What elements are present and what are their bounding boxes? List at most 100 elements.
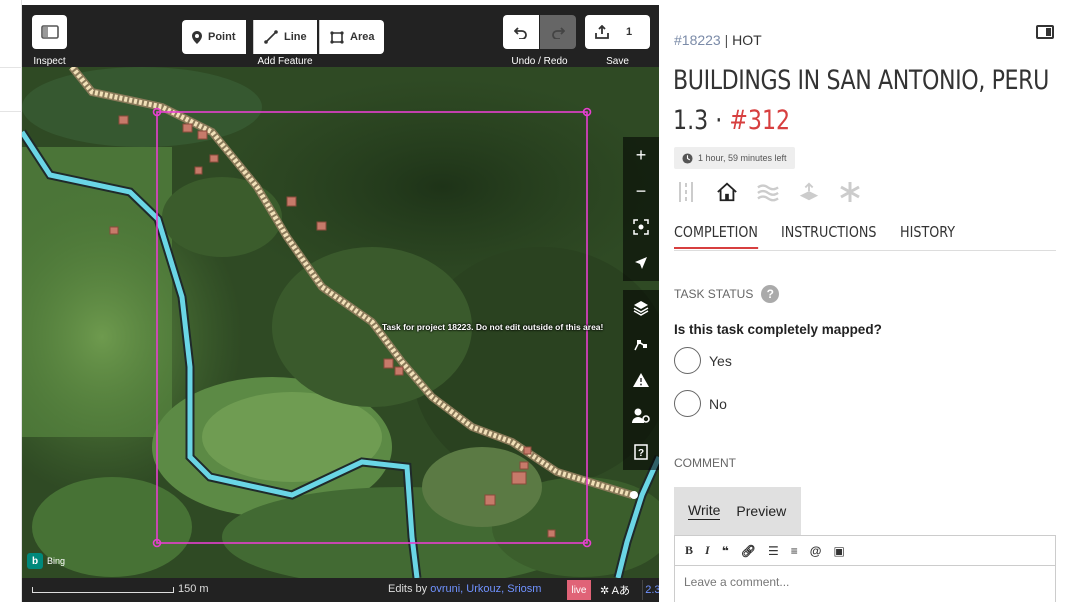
italic-icon[interactable]: I bbox=[705, 543, 710, 558]
panel-toggle-icon[interactable] bbox=[1036, 25, 1054, 39]
location-arrow-icon bbox=[635, 257, 647, 269]
image-icon[interactable]: ▣ bbox=[833, 544, 844, 558]
other-icon bbox=[839, 179, 861, 205]
inspect-label: Inspect bbox=[33, 56, 66, 67]
app-root: Inspect Point Line Area Add Feature Undo… bbox=[0, 0, 1066, 602]
save-button[interactable]: 1 bbox=[585, 15, 650, 49]
mapping-types bbox=[675, 179, 861, 205]
no-label[interactable]: No bbox=[709, 396, 727, 412]
user-settings-icon bbox=[632, 408, 650, 423]
left-sidebar-collapsed bbox=[0, 0, 22, 602]
zoom-in-button[interactable]: + bbox=[623, 137, 659, 173]
task-panel: #18223 | HOT BUILDINGS IN SAN ANTONIO, P… bbox=[659, 0, 1066, 602]
task-tabs: COMPLETION INSTRUCTIONS HISTORY bbox=[674, 223, 1056, 251]
area-label: Area bbox=[350, 31, 375, 43]
editor-tabs: Write Preview bbox=[674, 487, 801, 535]
yes-radio-circle[interactable] bbox=[674, 347, 701, 374]
help-icon: ? bbox=[634, 444, 648, 460]
comment-label: COMMENT bbox=[674, 456, 736, 470]
add-line-button[interactable]: Line bbox=[253, 20, 317, 54]
bug-icon[interactable]: ✲ bbox=[600, 585, 609, 597]
project-version: 1.3 · bbox=[673, 105, 723, 136]
breadcrumb-separator: | bbox=[724, 32, 729, 48]
top-toolbar: Inspect Point Line Area Add Feature Undo… bbox=[22, 0, 659, 67]
add-area-button[interactable]: Area bbox=[319, 20, 385, 54]
task-status-label: TASK STATUS bbox=[674, 287, 754, 301]
line-icon bbox=[264, 30, 278, 44]
point-icon bbox=[192, 30, 202, 44]
bing-label: Bing bbox=[47, 556, 66, 566]
project-title: BUILDINGS IN SAN ANTONIO, PERU bbox=[673, 65, 1049, 96]
quote-icon[interactable]: ❝ bbox=[722, 544, 729, 558]
yes-label[interactable]: Yes bbox=[709, 353, 732, 369]
bing-logo-icon: b bbox=[27, 553, 43, 569]
mapped-question: Is this task completely mapped? bbox=[674, 322, 882, 337]
bing-attribution: b Bing bbox=[27, 553, 65, 569]
layers-icon bbox=[633, 301, 649, 316]
preferences-button[interactable] bbox=[623, 398, 659, 434]
background-layers-button[interactable] bbox=[623, 290, 659, 326]
bug-translate-icons[interactable]: ✲ Aあ bbox=[600, 582, 630, 598]
geolocate-button[interactable] bbox=[623, 245, 659, 281]
upload-icon bbox=[595, 25, 609, 39]
clock-icon bbox=[682, 152, 693, 164]
zoom-to-selection-button[interactable] bbox=[623, 209, 659, 245]
minus-icon: − bbox=[635, 180, 647, 201]
edits-prefix: Edits by bbox=[388, 583, 428, 595]
write-tab[interactable]: Write bbox=[688, 502, 721, 520]
line-label: Line bbox=[284, 31, 307, 43]
task-boundary-note: Task for project 18223. Do not edit outs… bbox=[382, 322, 604, 332]
undo-icon bbox=[514, 27, 527, 39]
plus-icon: + bbox=[635, 144, 647, 165]
comment-editor: B I ❝ 🔗︎ ☰ ≡ @ ▣ Leave a comment... bbox=[674, 535, 1056, 602]
map-canvas[interactable]: Task for project 18223. Do not edit outs… bbox=[22, 67, 659, 578]
point-label: Point bbox=[208, 31, 236, 43]
task-number: #312 bbox=[729, 105, 791, 136]
redo-button[interactable] bbox=[540, 15, 576, 49]
time-left-badge: 1 hour, 59 minutes left bbox=[674, 147, 795, 169]
comment-input[interactable]: Leave a comment... bbox=[675, 566, 1055, 598]
map-data-icon bbox=[634, 340, 647, 351]
warning-icon bbox=[633, 373, 649, 387]
tab-instructions[interactable]: INSTRUCTIONS bbox=[781, 223, 876, 247]
undo-redo-label: Undo / Redo bbox=[511, 56, 568, 67]
no-radio[interactable]: No bbox=[674, 390, 727, 417]
svg-text:?: ? bbox=[638, 448, 644, 459]
question-mark-icon[interactable]: ? bbox=[761, 285, 780, 303]
save-count: 1 bbox=[626, 26, 633, 38]
area-icon bbox=[330, 30, 344, 44]
tab-history[interactable]: HISTORY bbox=[900, 223, 955, 247]
editors-link[interactable]: ovruni, Urkouz, Sriosm bbox=[430, 583, 541, 595]
add-point-button[interactable]: Point bbox=[182, 20, 246, 54]
no-radio-circle[interactable] bbox=[674, 390, 701, 417]
landuse-icon bbox=[798, 179, 820, 205]
buildings-icon bbox=[716, 179, 738, 205]
translate-icon[interactable]: Aあ bbox=[612, 585, 630, 597]
bold-icon[interactable]: B bbox=[685, 543, 693, 558]
scale-label: 150 m bbox=[178, 583, 209, 595]
issues-button[interactable] bbox=[623, 362, 659, 398]
scale-bar[interactable] bbox=[32, 587, 174, 593]
organisation: HOT bbox=[732, 32, 762, 48]
bullet-list-icon[interactable]: ☰ bbox=[768, 544, 779, 558]
editor-toolbar: B I ❝ 🔗︎ ☰ ≡ @ ▣ bbox=[675, 536, 1055, 566]
task-status-heading: TASK STATUS ? bbox=[674, 285, 780, 303]
tab-completion[interactable]: COMPLETION bbox=[674, 223, 758, 249]
time-left: 1 hour, 59 minutes left bbox=[698, 153, 787, 163]
inspect-button[interactable] bbox=[32, 15, 67, 49]
link-icon[interactable]: 🔗︎ bbox=[741, 544, 756, 558]
edits-attribution: Edits by ovruni, Urkouz, Sriosm bbox=[388, 583, 541, 595]
zoom-out-button[interactable]: − bbox=[623, 173, 659, 209]
preview-tab[interactable]: Preview bbox=[736, 503, 786, 519]
add-feature-label: Add Feature bbox=[257, 56, 313, 67]
mention-icon[interactable]: @ bbox=[810, 544, 822, 558]
task-heading: 1.3 · #312 bbox=[673, 105, 790, 136]
help-button[interactable]: ? bbox=[623, 434, 659, 470]
numbered-list-icon[interactable]: ≡ bbox=[791, 544, 798, 558]
map-data-button[interactable] bbox=[623, 326, 659, 362]
save-label: Save bbox=[606, 56, 629, 67]
roads-icon bbox=[675, 179, 697, 205]
yes-radio[interactable]: Yes bbox=[674, 347, 732, 374]
project-number[interactable]: #18223 bbox=[674, 32, 721, 48]
undo-button[interactable] bbox=[503, 15, 539, 49]
